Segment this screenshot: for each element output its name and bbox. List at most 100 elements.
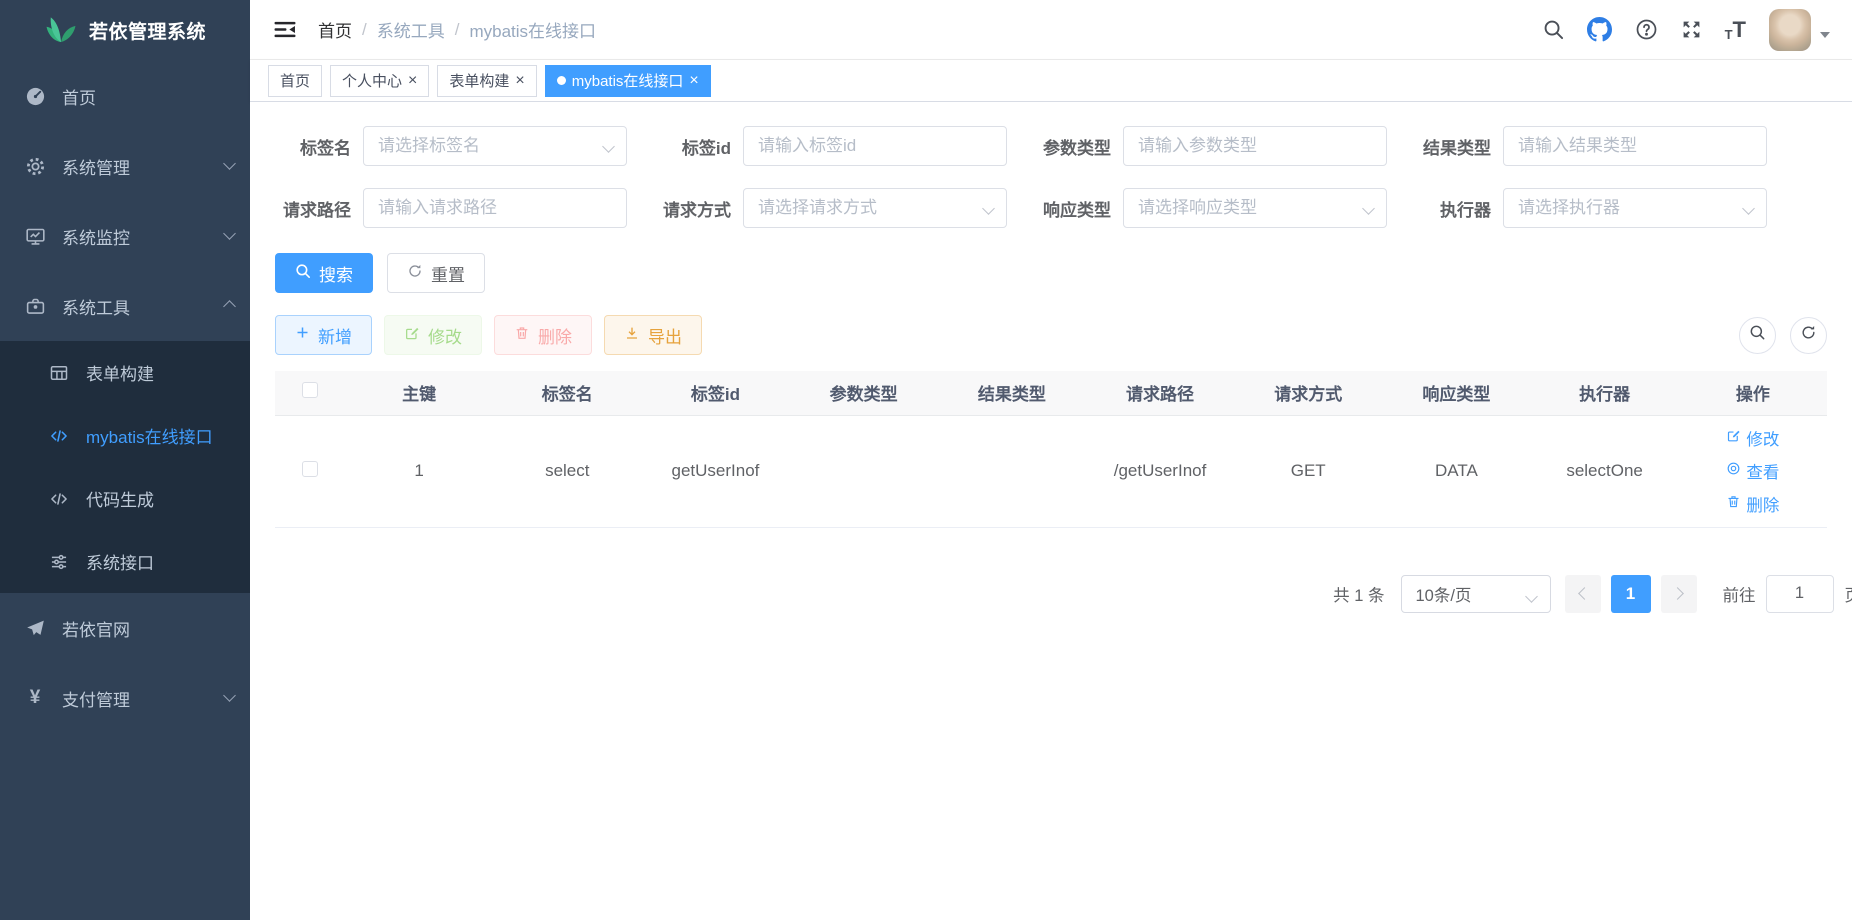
request-path-input[interactable] — [363, 188, 627, 228]
cell-result-type — [938, 415, 1086, 527]
field-response-type: 响应类型 — [1035, 188, 1387, 228]
search-icon[interactable] — [1543, 19, 1564, 40]
reset-button[interactable]: 重置 — [387, 253, 485, 293]
next-page-button[interactable] — [1661, 575, 1697, 613]
field-label: 参数类型 — [1035, 134, 1123, 159]
field-label: 执行器 — [1415, 196, 1503, 221]
toolbar-right — [1739, 317, 1827, 354]
row-delete-link[interactable]: 删除 — [1726, 492, 1779, 516]
row-checkbox[interactable] — [302, 461, 318, 477]
show-search-button[interactable] — [1739, 317, 1776, 354]
breadcrumb: 首页 / 系统工具 / mybatis在线接口 — [318, 17, 596, 42]
sidebar-item-system-monitor[interactable]: 系统监控 — [0, 201, 250, 271]
eye-icon — [1726, 461, 1741, 481]
column-header: 操作 — [1679, 371, 1827, 415]
tag-name-select[interactable] — [363, 126, 627, 166]
chevron-up-icon — [225, 296, 234, 316]
navbar-right: TT — [1543, 9, 1830, 51]
sidebar-item-label: 系统管理 — [62, 154, 130, 179]
field-request-method: 请求方式 — [655, 188, 1007, 228]
sidebar-submenu-system-tools: 表单构建 mybatis在线接口 代码生成 — [0, 341, 250, 593]
sidebar: 若依管理系统 首页 系统管理 系统监控 — [0, 0, 250, 920]
logo[interactable]: 若依管理系统 — [0, 0, 250, 61]
sidebar-item-system-tools[interactable]: 系统工具 — [0, 271, 250, 341]
tab-home[interactable]: 首页 — [268, 65, 322, 97]
close-icon[interactable]: × — [408, 73, 417, 89]
help-icon[interactable] — [1635, 18, 1658, 41]
trash-icon — [514, 325, 530, 346]
button-label: 修改 — [428, 323, 462, 348]
cell-executor: selectOne — [1531, 415, 1679, 527]
page-unit-label: 页 — [1845, 582, 1852, 606]
chevron-right-icon — [1671, 587, 1684, 600]
dashboard-icon — [23, 84, 47, 108]
row-edit-link[interactable]: 修改 — [1726, 426, 1779, 450]
tab-label: 首页 — [280, 70, 310, 91]
tab-mybatis-api[interactable]: mybatis在线接口 × — [545, 65, 711, 97]
response-type-select[interactable] — [1123, 188, 1387, 228]
page-size-value: 10条/页 — [1416, 582, 1472, 606]
goto-page-input[interactable] — [1766, 575, 1834, 613]
sidebar-fold-icon[interactable] — [274, 20, 296, 39]
button-label: 删除 — [538, 323, 572, 348]
cell-param-type — [790, 415, 938, 527]
sidebar-item-form-builder[interactable]: 表单构建 — [0, 341, 250, 404]
edit-button[interactable]: 修改 — [384, 315, 482, 355]
close-icon[interactable]: × — [689, 73, 698, 89]
button-label: 搜索 — [319, 261, 353, 286]
download-icon — [624, 325, 640, 346]
tab-label: 个人中心 — [342, 70, 402, 91]
prev-page-button[interactable] — [1565, 575, 1601, 613]
user-menu[interactable] — [1769, 9, 1830, 51]
breadcrumb-system-tools: 系统工具 — [377, 17, 445, 42]
select-all-checkbox[interactable] — [302, 382, 318, 398]
sidebar-item-home[interactable]: 首页 — [0, 61, 250, 131]
search-button[interactable]: 搜索 — [275, 253, 373, 293]
sidebar-item-system-api[interactable]: 系统接口 — [0, 530, 250, 593]
executor-select[interactable] — [1503, 188, 1767, 228]
plus-icon — [295, 325, 310, 345]
sidebar-item-system-admin[interactable]: 系统管理 — [0, 131, 250, 201]
select-all-cell — [275, 371, 345, 415]
add-button[interactable]: 新增 — [275, 315, 372, 355]
tag-id-input[interactable] — [743, 126, 1007, 166]
page-number-button[interactable]: 1 — [1611, 575, 1651, 613]
font-size-icon[interactable]: TT — [1725, 19, 1746, 41]
action-label: 查看 — [1746, 459, 1779, 483]
table-icon — [47, 361, 71, 385]
request-method-select[interactable] — [743, 188, 1007, 228]
data-table: 主键 标签名 标签id 参数类型 结果类型 请求路径 请求方式 响应类型 执行器… — [275, 371, 1827, 528]
sidebar-item-mybatis-api[interactable]: mybatis在线接口 — [0, 404, 250, 467]
avatar[interactable] — [1769, 9, 1811, 51]
breadcrumb-home[interactable]: 首页 — [318, 17, 352, 42]
paper-plane-icon — [23, 616, 47, 640]
sliders-icon — [47, 550, 71, 574]
github-icon[interactable] — [1587, 17, 1612, 42]
button-label: 重置 — [431, 261, 465, 286]
top-navbar: 首页 / 系统工具 / mybatis在线接口 — [250, 0, 1852, 60]
param-type-input[interactable] — [1123, 126, 1387, 166]
result-type-input[interactable] — [1503, 126, 1767, 166]
sidebar-item-official-site[interactable]: 若依官网 — [0, 593, 250, 663]
sidebar-menu: 首页 系统管理 系统监控 系统工具 — [0, 61, 250, 733]
row-view-link[interactable]: 查看 — [1726, 459, 1779, 483]
sidebar-item-label: 代码生成 — [86, 486, 154, 511]
delete-button[interactable]: 删除 — [494, 315, 592, 355]
column-header: 标签id — [641, 371, 789, 415]
magnifier-icon — [1749, 324, 1766, 346]
refresh-table-button[interactable] — [1790, 317, 1827, 354]
sidebar-item-code-gen[interactable]: 代码生成 — [0, 467, 250, 530]
export-button[interactable]: 导出 — [604, 315, 702, 355]
column-header: 请求方式 — [1234, 371, 1382, 415]
close-icon[interactable]: × — [515, 73, 524, 89]
action-label: 删除 — [1746, 492, 1779, 516]
column-header: 执行器 — [1531, 371, 1679, 415]
sidebar-item-label: 首页 — [62, 84, 96, 109]
fullscreen-icon[interactable] — [1681, 19, 1702, 40]
tab-profile[interactable]: 个人中心 × — [330, 65, 429, 97]
page-size-select[interactable]: 10条/页 — [1401, 575, 1551, 613]
chevron-left-icon — [1578, 587, 1591, 600]
tab-form-builder[interactable]: 表单构建 × — [437, 65, 536, 97]
table-row[interactable]: 1 select getUserInof /getUserInof GET DA… — [275, 415, 1827, 527]
sidebar-item-payment[interactable]: ¥ 支付管理 — [0, 663, 250, 733]
